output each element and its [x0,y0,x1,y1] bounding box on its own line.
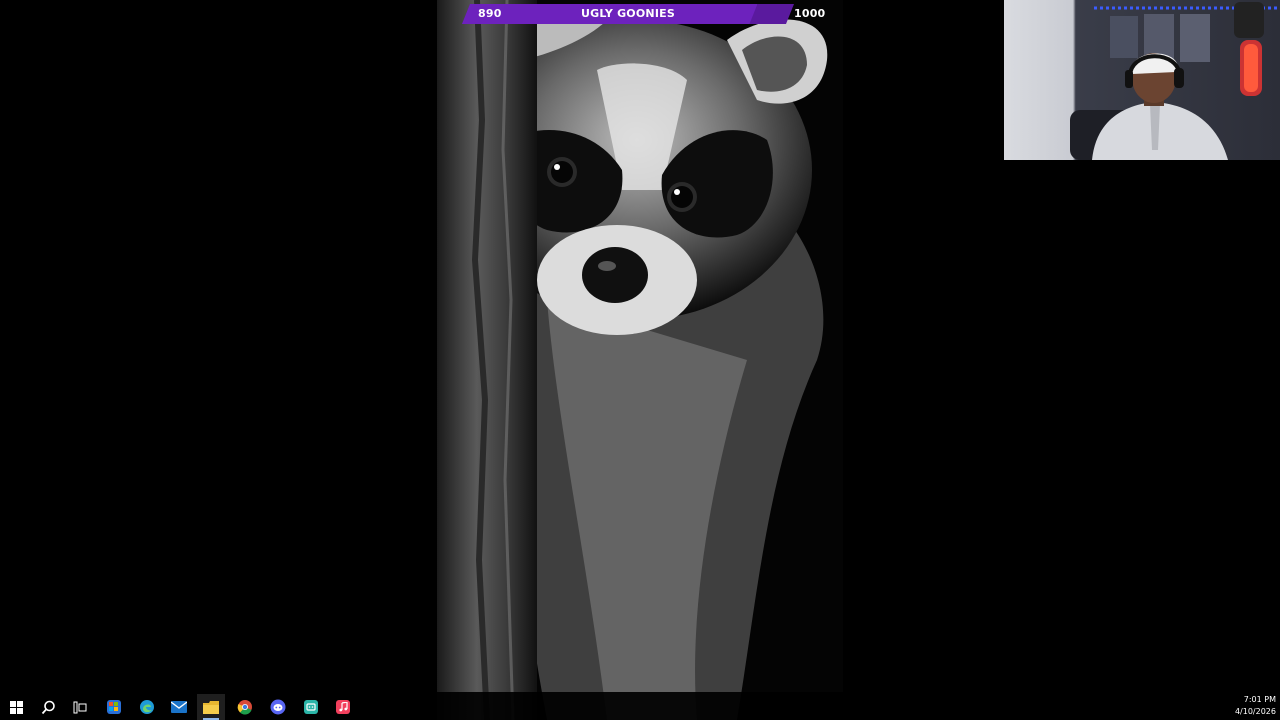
discord-icon[interactable] [264,694,292,720]
mail-icon[interactable] [165,694,193,720]
goal-progress-bar: 890 UGLY GOONIES [462,4,794,24]
microsoft-store-icon[interactable] [100,694,128,720]
goal-title: UGLY GOONIES [581,7,675,20]
music-icon[interactable] [329,694,357,720]
system-clock[interactable]: 7:01 PM 4/10/2026 [1216,694,1276,718]
app-icon[interactable] [297,694,325,720]
desktop[interactable]: 890 UGLY GOONIES 1000 7:01 PM 4/10/2026 [0,0,1280,720]
webcam-overlay [1004,0,1280,160]
file-explorer-icon[interactable] [197,694,225,720]
task-view-icon[interactable] [66,694,94,720]
clock-date: 4/10/2026 [1234,707,1276,716]
chrome-icon[interactable] [231,694,259,720]
clock-time: 7:01 PM [1243,695,1276,704]
wallpaper-raccoon-image [437,0,843,720]
search-icon[interactable] [34,694,62,720]
taskbar [0,692,1280,720]
goal-target-value: 1000 [794,7,826,20]
edge-icon[interactable] [133,694,161,720]
windows-start-icon[interactable] [2,694,30,720]
